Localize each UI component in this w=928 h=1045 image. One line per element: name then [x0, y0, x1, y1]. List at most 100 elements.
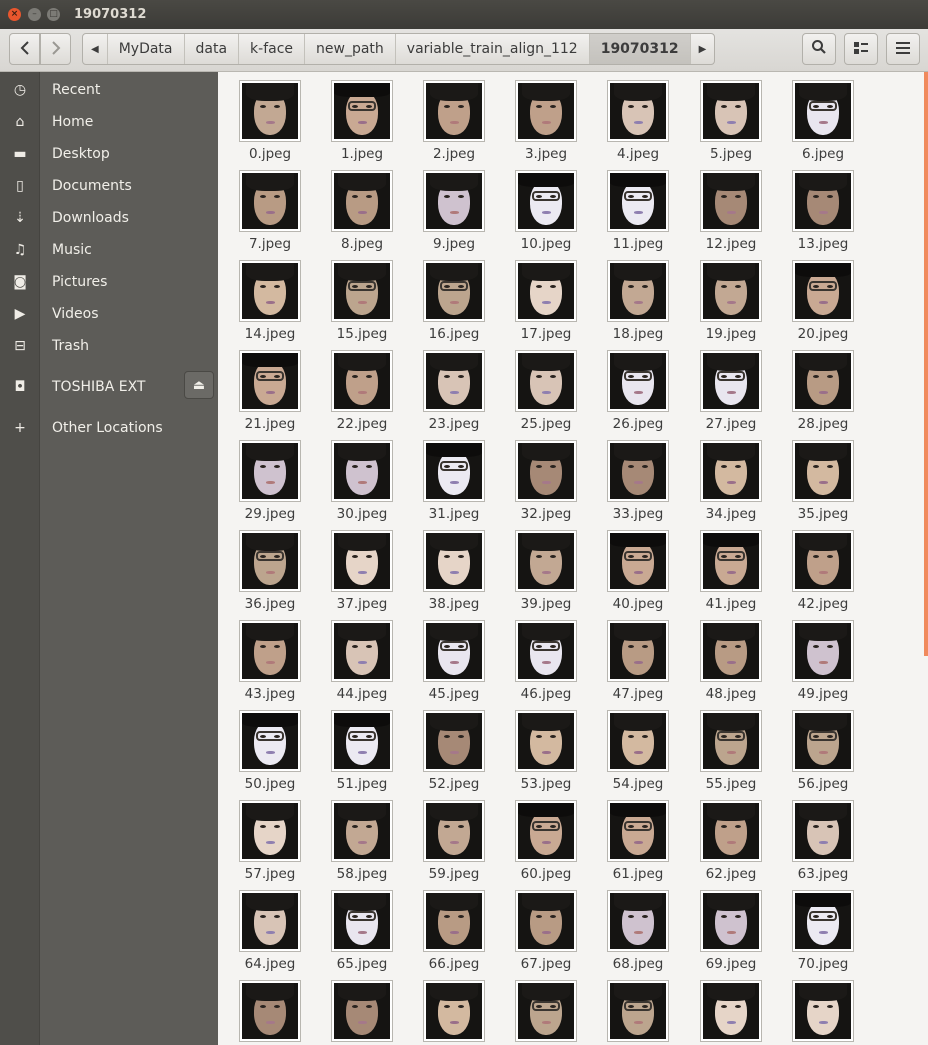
- file-item[interactable]: 66.jpeg: [402, 884, 492, 974]
- file-item[interactable]: 3.jpeg: [494, 74, 584, 164]
- file-item[interactable]: 50.jpeg: [218, 704, 308, 794]
- file-item[interactable]: 55.jpeg: [679, 704, 769, 794]
- vertical-scrollbar[interactable]: [924, 72, 928, 656]
- file-item[interactable]: 42.jpeg: [771, 524, 861, 614]
- file-item[interactable]: [771, 974, 861, 1045]
- file-item[interactable]: 29.jpeg: [218, 434, 308, 524]
- file-item[interactable]: 32.jpeg: [494, 434, 584, 524]
- file-item[interactable]: 65.jpeg: [310, 884, 400, 974]
- file-item[interactable]: 34.jpeg: [679, 434, 769, 524]
- file-item[interactable]: 56.jpeg: [771, 704, 861, 794]
- path-segment-new-path[interactable]: new_path: [305, 34, 396, 64]
- file-item[interactable]: 67.jpeg: [494, 884, 584, 974]
- path-segment-variable-train-align[interactable]: variable_train_align_112: [396, 34, 590, 64]
- path-segment-mydata[interactable]: MyData: [108, 34, 185, 64]
- file-item[interactable]: 26.jpeg: [586, 344, 676, 434]
- file-item[interactable]: 28.jpeg: [771, 344, 861, 434]
- file-item[interactable]: 45.jpeg: [402, 614, 492, 704]
- file-item[interactable]: 60.jpeg: [494, 794, 584, 884]
- sidebar-item-pictures[interactable]: ◙ Pictures: [0, 266, 218, 298]
- file-item[interactable]: [218, 974, 308, 1045]
- minimize-window-button[interactable]: –: [28, 8, 41, 21]
- file-item[interactable]: 69.jpeg: [679, 884, 769, 974]
- file-item[interactable]: 38.jpeg: [402, 524, 492, 614]
- file-item[interactable]: 54.jpeg: [586, 704, 676, 794]
- file-item[interactable]: 17.jpeg: [494, 254, 584, 344]
- file-item[interactable]: 0.jpeg: [218, 74, 308, 164]
- file-item[interactable]: 61.jpeg: [586, 794, 676, 884]
- file-item[interactable]: 43.jpeg: [218, 614, 308, 704]
- file-item[interactable]: 31.jpeg: [402, 434, 492, 524]
- file-item[interactable]: 23.jpeg: [402, 344, 492, 434]
- sidebar-item-videos[interactable]: ▶ Videos: [0, 298, 218, 330]
- file-item[interactable]: 46.jpeg: [494, 614, 584, 704]
- file-item[interactable]: 10.jpeg: [494, 164, 584, 254]
- file-item[interactable]: 14.jpeg: [218, 254, 308, 344]
- sidebar-item-desktop[interactable]: ▬ Desktop: [0, 138, 218, 170]
- path-segment-data[interactable]: data: [185, 34, 240, 64]
- file-item[interactable]: 58.jpeg: [310, 794, 400, 884]
- file-item[interactable]: 33.jpeg: [586, 434, 676, 524]
- file-item[interactable]: [494, 974, 584, 1045]
- file-item[interactable]: 35.jpeg: [771, 434, 861, 524]
- menu-button[interactable]: [886, 33, 920, 65]
- file-item[interactable]: 27.jpeg: [679, 344, 769, 434]
- file-item[interactable]: 12.jpeg: [679, 164, 769, 254]
- file-item[interactable]: 2.jpeg: [402, 74, 492, 164]
- close-window-button[interactable]: ×: [8, 8, 21, 21]
- file-item[interactable]: 57.jpeg: [218, 794, 308, 884]
- back-button[interactable]: [9, 33, 40, 65]
- file-item[interactable]: 44.jpeg: [310, 614, 400, 704]
- sidebar-item-music[interactable]: ♫ Music: [0, 234, 218, 266]
- sidebar-item-trash[interactable]: ⊟ Trash: [0, 330, 218, 362]
- file-item[interactable]: 15.jpeg: [310, 254, 400, 344]
- file-item[interactable]: 8.jpeg: [310, 164, 400, 254]
- file-item[interactable]: [586, 974, 676, 1045]
- file-item[interactable]: 63.jpeg: [771, 794, 861, 884]
- file-item[interactable]: 51.jpeg: [310, 704, 400, 794]
- file-item[interactable]: 19.jpeg: [679, 254, 769, 344]
- path-scroll-left-button[interactable]: ◀: [83, 34, 108, 64]
- file-item[interactable]: 62.jpeg: [679, 794, 769, 884]
- sidebar-item-downloads[interactable]: ⇣ Downloads: [0, 202, 218, 234]
- file-item[interactable]: 21.jpeg: [218, 344, 308, 434]
- file-item[interactable]: 5.jpeg: [679, 74, 769, 164]
- file-item[interactable]: [310, 974, 400, 1045]
- file-item[interactable]: 13.jpeg: [771, 164, 861, 254]
- file-item[interactable]: 16.jpeg: [402, 254, 492, 344]
- file-item[interactable]: 59.jpeg: [402, 794, 492, 884]
- file-item[interactable]: 48.jpeg: [679, 614, 769, 704]
- path-scroll-right-button[interactable]: ▶: [691, 34, 715, 64]
- file-item[interactable]: 70.jpeg: [771, 884, 861, 974]
- file-item[interactable]: 41.jpeg: [679, 524, 769, 614]
- file-item[interactable]: 40.jpeg: [586, 524, 676, 614]
- file-item[interactable]: 22.jpeg: [310, 344, 400, 434]
- file-item[interactable]: 36.jpeg: [218, 524, 308, 614]
- file-item[interactable]: 37.jpeg: [310, 524, 400, 614]
- maximize-window-button[interactable]: □: [47, 8, 60, 21]
- file-item[interactable]: [679, 974, 769, 1045]
- file-item[interactable]: 64.jpeg: [218, 884, 308, 974]
- path-segment-current[interactable]: 19070312: [589, 34, 691, 64]
- file-item[interactable]: 18.jpeg: [586, 254, 676, 344]
- forward-button[interactable]: [40, 33, 71, 65]
- search-button[interactable]: [802, 33, 836, 65]
- sidebar-item-other-locations[interactable]: + Other Locations: [0, 412, 218, 444]
- sidebar-item-documents[interactable]: ▯ Documents: [0, 170, 218, 202]
- file-item[interactable]: 9.jpeg: [402, 164, 492, 254]
- file-item[interactable]: 30.jpeg: [310, 434, 400, 524]
- file-item[interactable]: 6.jpeg: [771, 74, 861, 164]
- path-segment-k-face[interactable]: k-face: [239, 34, 306, 64]
- file-item[interactable]: 7.jpeg: [218, 164, 308, 254]
- file-item[interactable]: 49.jpeg: [771, 614, 861, 704]
- file-item[interactable]: 11.jpeg: [586, 164, 676, 254]
- file-item[interactable]: 52.jpeg: [402, 704, 492, 794]
- file-item[interactable]: 20.jpeg: [771, 254, 861, 344]
- view-options-button[interactable]: [844, 33, 878, 65]
- file-item[interactable]: 68.jpeg: [586, 884, 676, 974]
- sidebar-item-recent[interactable]: ◷ Recent: [0, 74, 218, 106]
- eject-button[interactable]: ⏏: [184, 371, 214, 399]
- file-item[interactable]: [402, 974, 492, 1045]
- sidebar-item-home[interactable]: ⌂ Home: [0, 106, 218, 138]
- file-item[interactable]: 4.jpeg: [586, 74, 676, 164]
